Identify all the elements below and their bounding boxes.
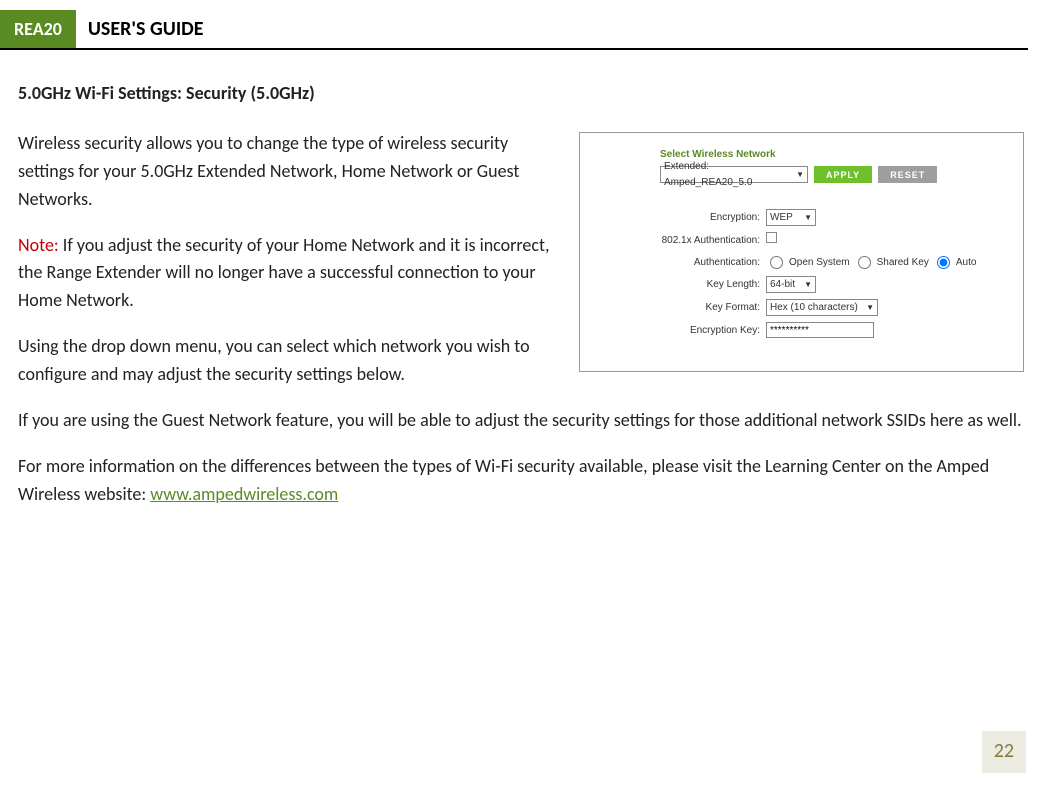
auth-auto-label: Auto [956,255,977,271]
paragraph-5: For more information on the differences … [18,453,1024,509]
encryption-label: Encryption: [640,210,760,226]
keyfmt-select[interactable]: Hex (10 characters) ▼ [766,299,878,316]
page-number: 22 [982,731,1026,773]
encryption-select[interactable]: WEP ▼ [766,209,816,226]
dot1x-label: 802.1x Authentication: [640,233,760,249]
auth-radio-open[interactable] [770,256,783,269]
amped-wireless-link[interactable]: www.ampedwireless.com [150,483,338,505]
header-product-tab: REA20 [0,10,76,48]
authentication-label: Authentication: [640,255,760,271]
security-form: Encryption: WEP ▼ 802.1x Authentication:… [640,209,1009,338]
encryption-value: WEP [770,210,793,226]
apply-button[interactable]: APPLY [814,166,872,183]
network-select-value: Extended: Amped_REA20_5.0 [664,159,796,190]
paragraph-4: If you are using the Guest Network featu… [18,407,1024,435]
reset-button[interactable]: RESET [878,166,937,183]
auth-radio-auto[interactable] [937,256,950,269]
security-settings-figure: Select Wireless Network Extended: Amped_… [579,132,1024,372]
keyfmt-value: Hex (10 characters) [770,300,858,316]
section-heading: 5.0GHz Wi-Fi Settings: Security (5.0GHz) [18,80,1024,108]
note-label: Note: [18,234,59,256]
keylen-value: 64-bit [770,277,795,293]
enckey-label: Encryption Key: [640,323,760,339]
figure-top-row: Extended: Amped_REA20_5.0 ▼ APPLY RESET [660,166,1009,183]
page-header: REA20 USER'S GUIDE [0,10,1028,50]
chevron-down-icon: ▼ [804,279,812,291]
auth-open-label: Open System [789,255,850,271]
auth-shared-label: Shared Key [877,255,929,271]
paragraph-2: If you adjust the security of your Home … [18,234,550,312]
dot1x-checkbox[interactable] [766,232,777,243]
chevron-down-icon: ▼ [866,302,874,314]
keyfmt-label: Key Format: [640,300,760,316]
network-select[interactable]: Extended: Amped_REA20_5.0 ▼ [660,166,808,183]
chevron-down-icon: ▼ [796,169,804,181]
chevron-down-icon: ▼ [804,212,812,224]
header-title: USER'S GUIDE [76,10,216,48]
authentication-radio-group: Open System Shared Key Auto [766,255,1009,271]
enckey-input[interactable] [766,322,874,338]
auth-radio-shared[interactable] [858,256,871,269]
keylen-label: Key Length: [640,277,760,293]
page-content: 5.0GHz Wi-Fi Settings: Security (5.0GHz)… [0,50,1042,527]
keylen-select[interactable]: 64-bit ▼ [766,276,816,293]
